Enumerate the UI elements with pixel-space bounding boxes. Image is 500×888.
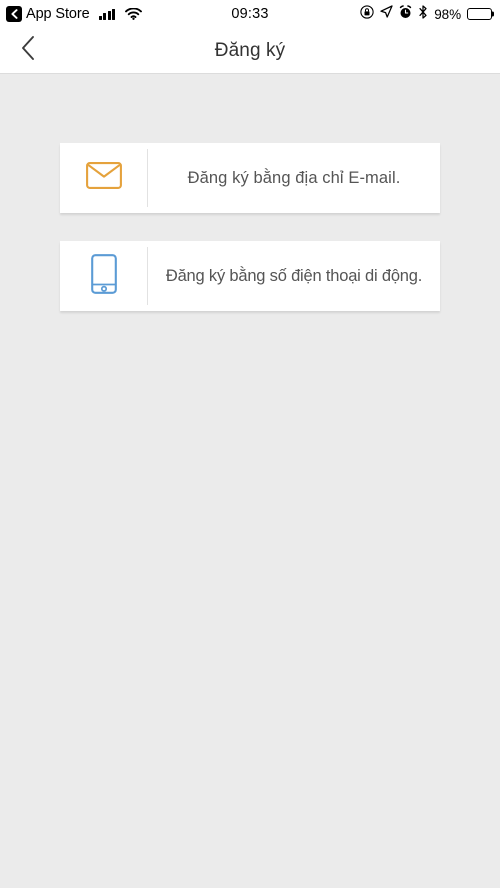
envelope-icon — [86, 162, 122, 194]
page-title: Đăng ký — [214, 39, 286, 61]
status-bar: App Store 09:33 98% — [0, 0, 500, 28]
back-to-app-store-button[interactable]: App Store — [6, 6, 90, 22]
navigation-bar: Đăng ký — [0, 28, 500, 74]
back-app-label: App Store — [26, 6, 90, 22]
location-arrow-icon — [380, 5, 393, 23]
battery-icon — [467, 8, 495, 20]
status-bar-left: App Store — [6, 6, 360, 22]
status-bar-right: 98% — [360, 4, 495, 24]
registration-options-list: Đăng ký bằng địa chỉ E-mail. Đăng ký bằn… — [0, 74, 500, 311]
option-label: Đăng ký bằng địa chỉ E-mail. — [187, 168, 401, 187]
option-icon-cell — [60, 241, 148, 311]
bluetooth-icon — [418, 4, 428, 24]
wifi-icon — [125, 8, 143, 20]
register-with-phone-option[interactable]: Đăng ký bằng số điện thoại di động. — [60, 241, 440, 311]
alarm-clock-icon — [399, 4, 412, 24]
option-text-cell: Đăng ký bằng địa chỉ E-mail. — [148, 143, 440, 213]
chevron-left-icon — [6, 6, 22, 22]
option-text-cell: Đăng ký bằng số điện thoại di động. — [148, 241, 440, 311]
mobile-phone-icon — [91, 253, 117, 299]
battery-percent-label: 98% — [434, 6, 461, 22]
cellular-signal-icon — [98, 8, 116, 20]
register-with-email-option[interactable]: Đăng ký bằng địa chỉ E-mail. — [60, 143, 440, 213]
option-icon-cell — [60, 143, 148, 213]
option-label: Đăng ký bằng số điện thoại di động. — [165, 266, 423, 285]
rotation-lock-icon — [360, 4, 374, 24]
